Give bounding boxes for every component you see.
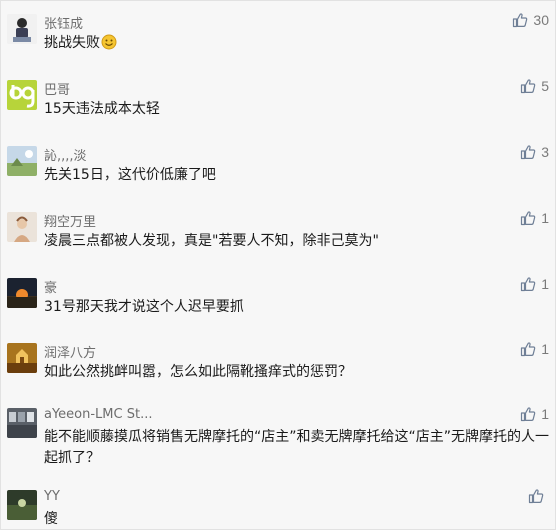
thumbs-up-icon (512, 12, 528, 28)
like-button[interactable]: 3 (520, 144, 549, 160)
comment-author[interactable]: aYeeon-LMC St... (44, 407, 152, 422)
comment-author[interactable]: 豪 (44, 277, 57, 296)
like-button[interactable]: 1 (520, 406, 549, 422)
like-button[interactable]: 1 (520, 341, 549, 357)
comment-author[interactable]: 訫,,,,淡 (44, 145, 87, 164)
like-count: 30 (533, 12, 549, 28)
comment-text: 31号那天我才说这个人迟早要抓 (44, 299, 244, 315)
like-count: 5 (541, 78, 549, 94)
comment-list: 张钰成 挑战失败 30 巴哥 15天违法成本太轻 5 訫,,,,淡 先关15日，… (0, 0, 556, 530)
comment-author[interactable]: 巴哥 (44, 79, 70, 98)
avatar[interactable] (7, 212, 37, 242)
avatar[interactable] (7, 146, 37, 176)
comment-author[interactable]: 张钰成 (44, 13, 83, 32)
comment-text: 挑战失败 (44, 33, 549, 57)
comment-text: 能不能顺藤摸瓜将销售无牌摩托的“店主”和卖无牌摩托给这“店主”无牌摩托的人一起抓… (44, 429, 550, 466)
thumbs-up-icon (520, 78, 536, 94)
comment-text: 如此公然挑衅叫嚣，怎么如此隔靴搔痒式的惩罚？ (44, 364, 352, 380)
like-count: 1 (541, 210, 549, 226)
thumbs-up-icon (520, 341, 536, 357)
comment-author[interactable]: YY (44, 489, 60, 504)
thumbs-up-icon (520, 406, 536, 422)
like-count: 1 (541, 341, 549, 357)
like-button[interactable] (528, 488, 549, 504)
thumbs-up-icon (520, 276, 536, 292)
like-count: 3 (541, 144, 549, 160)
comment-author[interactable]: 润泽八方 (44, 342, 96, 361)
avatar[interactable] (7, 490, 37, 520)
like-button[interactable]: 1 (520, 276, 549, 292)
comment-text: 15天违法成本太轻 (44, 101, 160, 117)
like-count: 1 (541, 406, 549, 422)
comment-text: 傻 (44, 511, 58, 527)
comment-text: 凌晨三点都被人发现，真是"若要人不知，除非己莫为" (44, 233, 379, 249)
avatar[interactable] (7, 14, 37, 44)
thumbs-up-icon (520, 210, 536, 226)
thumbs-up-icon (520, 144, 536, 160)
avatar[interactable] (7, 408, 37, 438)
like-button[interactable]: 1 (520, 210, 549, 226)
avatar[interactable] (7, 278, 37, 308)
like-button[interactable]: 30 (512, 12, 549, 28)
like-button[interactable]: 5 (520, 78, 549, 94)
comment-author[interactable]: 翔空万里 (44, 211, 96, 230)
avatar[interactable] (7, 343, 37, 373)
avatar[interactable] (7, 80, 37, 110)
smile-emoji-icon (101, 34, 117, 57)
like-count: 1 (541, 276, 549, 292)
comment-text: 先关15日，这代价低廉了吧 (44, 167, 216, 183)
comment-text-content: 挑战失败 (44, 35, 100, 51)
thumbs-up-icon (528, 488, 544, 504)
